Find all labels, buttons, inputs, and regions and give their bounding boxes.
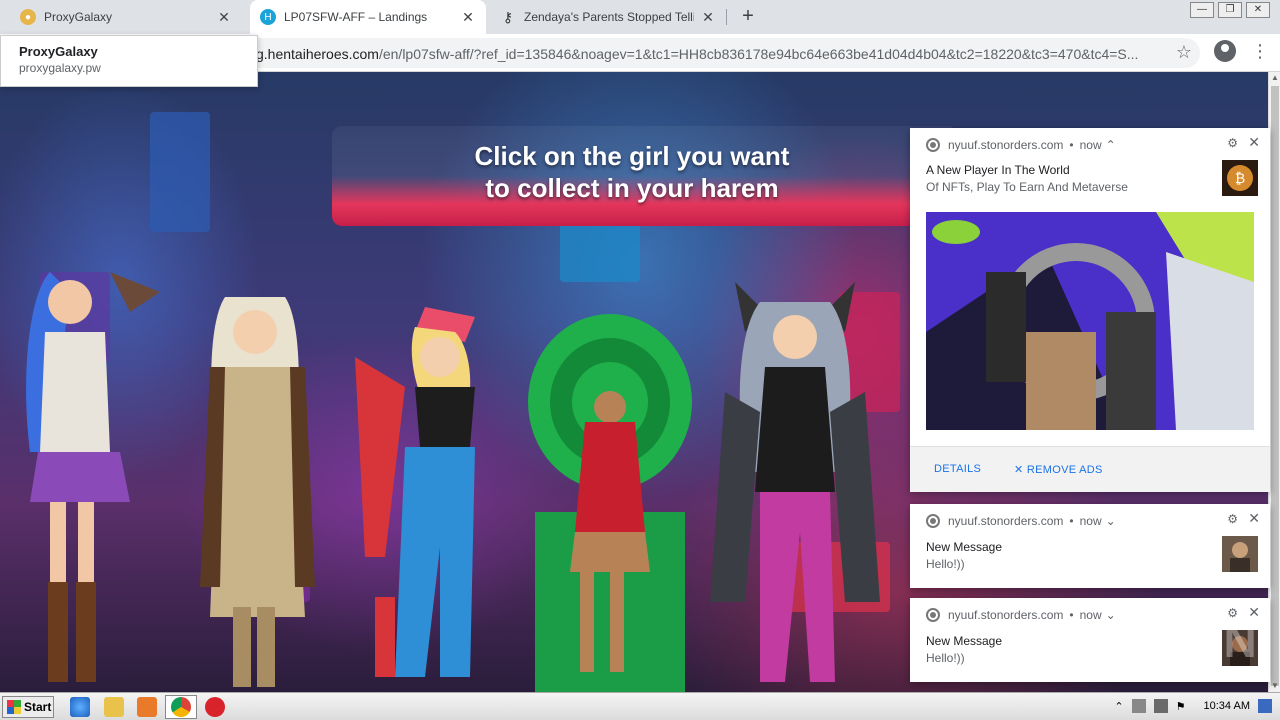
close-tab-icon[interactable]: ✕ — [460, 9, 476, 26]
hentaiheroes-favicon-icon: H — [260, 9, 276, 25]
chrome-icon[interactable] — [171, 697, 191, 717]
character-succubus[interactable] — [705, 272, 885, 692]
proxygalaxy-favicon-icon: ● — [20, 9, 36, 25]
anyrun-watermark: ANY RUN — [1036, 615, 1259, 667]
stop-icon[interactable] — [205, 697, 225, 717]
tab-title: ProxyGalaxy — [44, 10, 113, 24]
close-small-icon: ✕ — [1014, 464, 1027, 476]
neon-sign — [150, 112, 210, 232]
separator-dot: • — [1069, 514, 1074, 528]
screen: ● ProxyGalaxy ✕ H LP07SFW-AFF – Landings… — [0, 0, 1280, 720]
bitcoin-thumbnail-icon: ₿ — [1222, 160, 1258, 196]
tab-zendaya[interactable]: ⚷ Zendaya's Parents Stopped Telling H ✕ — [490, 0, 726, 34]
character-throne[interactable] — [525, 312, 695, 692]
bookmark-star-icon[interactable]: ☆ — [1176, 42, 1192, 63]
character-mechanic[interactable] — [345, 297, 505, 692]
close-tab-icon[interactable]: ✕ — [700, 9, 716, 26]
minimize-button[interactable]: — — [1190, 2, 1214, 18]
tab-bar: ● ProxyGalaxy ✕ H LP07SFW-AFF – Landings… — [0, 0, 1280, 34]
tooltip-title: ProxyGalaxy — [19, 44, 98, 59]
separator-dot: • — [1069, 138, 1074, 152]
character-white-hair[interactable] — [195, 287, 325, 692]
tab-hover-tooltip: ProxyGalaxy proxygalaxy.pw — [0, 35, 258, 87]
details-button[interactable]: DETAILS — [934, 463, 981, 475]
browser-menu-icon[interactable]: ⋮ — [1251, 40, 1269, 62]
profile-avatar-icon[interactable] — [1214, 40, 1236, 62]
scroll-down-icon[interactable]: ▼ — [1269, 680, 1280, 692]
gear-icon[interactable]: ⚙ — [1227, 136, 1238, 150]
url-path: /en/lp07sfw-aff/?ref_id=135846&noagev=1&… — [378, 46, 1139, 62]
notification-body: Hello!)) — [926, 557, 965, 571]
start-button[interactable]: Start — [2, 696, 54, 718]
notification-hero-image — [926, 212, 1254, 430]
close-icon[interactable]: ✕ — [1248, 134, 1260, 151]
tray-expand-icon[interactable]: ⌃ — [1114, 700, 1123, 713]
new-tab-plus-icon[interactable]: + — [737, 5, 759, 27]
chrome-icon — [926, 138, 940, 152]
tab-title: LP07SFW-AFF – Landings — [284, 10, 428, 24]
headline-line-2: to collect in your harem — [485, 173, 779, 203]
scroll-thumb[interactable] — [1271, 86, 1279, 686]
tab-proxygalaxy[interactable]: ● ProxyGalaxy ✕ — [10, 0, 242, 34]
notification-time: now — [1079, 138, 1102, 152]
headline-text: Click on the girl you want to collect in… — [332, 140, 932, 204]
tab-separator — [726, 9, 727, 25]
remove-ads-label: REMOVE ADS — [1026, 464, 1103, 476]
network-icon[interactable] — [1153, 699, 1168, 713]
character-blue-hair[interactable] — [10, 252, 170, 692]
windows-logo-icon — [7, 700, 21, 714]
system-tray: ⌃ ⚑ 10:34 AM — [1114, 699, 1272, 713]
key-favicon-icon: ⚷ — [502, 8, 514, 25]
close-tab-icon[interactable]: ✕ — [216, 9, 232, 26]
close-window-button[interactable]: ✕ — [1246, 2, 1270, 18]
windows-taskbar: Start ⌃ ⚑ 10:34 AM — [0, 692, 1280, 720]
window-controls: — ❐ ✕ — [1190, 2, 1270, 18]
flag-icon[interactable]: ⚑ — [1176, 700, 1186, 713]
media-player-icon[interactable] — [137, 697, 157, 717]
chevron-up-icon[interactable]: ⌃ — [1106, 138, 1116, 152]
speaker-icon[interactable] — [1131, 699, 1146, 713]
svg-text:₿: ₿ — [1235, 171, 1245, 187]
chrome-icon — [926, 514, 940, 528]
clock[interactable]: 10:34 AM — [1204, 700, 1250, 712]
address-bar[interactable]: g.hentaiheroes.com/en/lp07sfw-aff/?ref_i… — [220, 38, 1200, 68]
notification-title: A New Player In The World — [926, 163, 1070, 177]
notification-site: nyuuf.stonorders.com — [948, 514, 1064, 528]
scroll-up-icon[interactable]: ▲ — [1269, 72, 1280, 84]
gear-icon[interactable]: ⚙ — [1227, 512, 1238, 526]
show-desktop-icon[interactable] — [1258, 699, 1272, 713]
notification-header: nyuuf.stonorders.com • now ⌄ — [926, 514, 1116, 528]
close-icon[interactable]: ✕ — [1248, 510, 1260, 527]
url-text: g.hentaiheroes.com/en/lp07sfw-aff/?ref_i… — [256, 46, 1176, 62]
notification-actions: DETAILS ✕ REMOVE ADS — [910, 446, 1270, 492]
internet-explorer-icon[interactable] — [70, 697, 90, 717]
notification-title: New Message — [926, 634, 1003, 648]
start-label: Start — [24, 700, 52, 714]
notification-body: Hello!)) — [926, 651, 965, 665]
notification-body: Of NFTs, Play To Earn And Metaverse — [926, 180, 1128, 194]
headline-line-1: Click on the girl you want — [474, 141, 790, 171]
notification-message[interactable]: nyuuf.stonorders.com • now ⌄ ⚙ ✕ New Mes… — [910, 504, 1270, 588]
url-host: g.hentaiheroes.com — [256, 46, 379, 62]
folder-icon[interactable] — [104, 697, 124, 717]
tab-landings[interactable]: H LP07SFW-AFF – Landings ✕ — [250, 0, 486, 34]
notification-header: nyuuf.stonorders.com • now ⌃ — [926, 138, 1116, 152]
notification-title: New Message — [926, 540, 1003, 554]
notification-ad[interactable]: nyuuf.stonorders.com • now ⌃ ⚙ ✕ A New P… — [910, 128, 1270, 492]
avatar-thumbnail-icon — [1222, 536, 1258, 572]
notification-site: nyuuf.stonorders.com — [948, 138, 1064, 152]
chrome-icon — [926, 608, 940, 622]
tab-title: Zendaya's Parents Stopped Telling H — [524, 10, 694, 24]
notification-time: now — [1079, 514, 1102, 528]
remove-ads-button[interactable]: ✕ REMOVE ADS — [1014, 463, 1103, 476]
neon-sign — [560, 222, 640, 282]
maximize-button[interactable]: ❐ — [1218, 2, 1242, 18]
chevron-down-icon[interactable]: ⌄ — [1106, 514, 1116, 528]
tooltip-subtitle: proxygalaxy.pw — [19, 61, 101, 75]
